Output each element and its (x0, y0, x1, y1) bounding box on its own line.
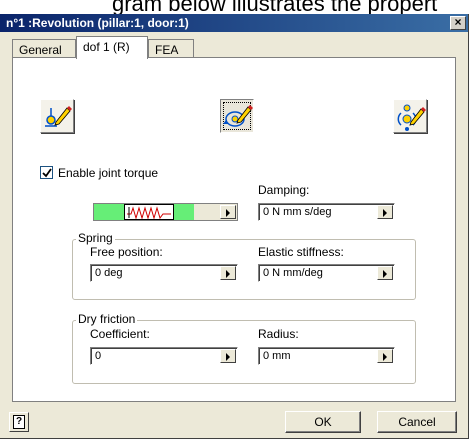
joint-rotation-edit-icon (223, 105, 253, 127)
joint-properties-dialog: n°1 :Revolution (pillar:1, door:1) × Gen… (0, 14, 469, 439)
tab-fea[interactable]: FEA (148, 39, 194, 59)
torque-bar-right (174, 204, 194, 220)
damping-dropdown-arrow[interactable] (377, 205, 393, 219)
joint-edit-button[interactable] (40, 99, 74, 133)
help-icon: ? (13, 415, 25, 429)
joint-edit-icon (45, 106, 72, 127)
joint-rotation-edit-button[interactable] (220, 99, 254, 133)
coefficient-dropdown-arrow[interactable] (220, 349, 236, 363)
tab-general[interactable]: General (12, 39, 76, 59)
elastic-stiffness-field[interactable]: 0 N mm/deg (258, 264, 395, 282)
coefficient-field[interactable]: 0 (90, 347, 238, 365)
dry-friction-group-title: Dry friction (76, 312, 138, 326)
cancel-button[interactable]: Cancel (377, 411, 457, 433)
free-position-field[interactable]: 0 deg (90, 264, 238, 282)
enable-joint-torque-label: Enable joint torque (58, 166, 159, 180)
radius-label: Radius: (258, 327, 299, 341)
spring-icon (124, 204, 174, 220)
elastic-stiffness-value: 0 N mm/deg (263, 267, 323, 279)
joint-torque-spring-control[interactable] (93, 203, 238, 221)
torque-dropdown-arrow[interactable] (220, 205, 236, 219)
tab-dof-1[interactable]: dof 1 (R) (76, 36, 148, 59)
damping-value: 0 N mm s/deg (263, 206, 332, 218)
damping-field[interactable]: 0 N mm s/deg (258, 203, 395, 221)
free-position-label: Free position: (90, 245, 163, 259)
tab-general-label: General (19, 43, 62, 57)
elastic-stiffness-dropdown-arrow[interactable] (377, 266, 393, 280)
background-caption-text: gram below illustrates the propert (0, 0, 469, 14)
radius-value: 0 mm (263, 350, 291, 362)
coefficient-value: 0 (95, 350, 102, 362)
enable-joint-torque-checkbox[interactable] (40, 166, 53, 179)
close-button[interactable]: × (450, 16, 466, 30)
joint-multi-edit-button[interactable] (393, 99, 427, 133)
coefficient-label: Coefficient: (90, 327, 150, 341)
checkmark-icon (42, 168, 52, 178)
help-button[interactable]: ? (9, 412, 29, 432)
torque-bar-left (94, 204, 124, 220)
elastic-stiffness-label: Elastic stiffness: (258, 245, 344, 259)
caption-text: gram below illustrates the propert (112, 0, 438, 14)
joint-multi-edit-icon (397, 104, 426, 131)
tab-panel-dof-1: Enable joint torque Damping: 0 N mm s/de… (12, 57, 456, 402)
spring-group-title: Spring (76, 231, 115, 245)
ok-button[interactable]: OK (285, 411, 361, 433)
radius-field[interactable]: 0 mm (258, 347, 395, 365)
tab-fea-label: FEA (155, 43, 179, 57)
free-position-dropdown-arrow[interactable] (220, 266, 236, 280)
radius-dropdown-arrow[interactable] (377, 349, 393, 363)
damping-label: Damping: (258, 183, 310, 197)
free-position-value: 0 deg (95, 267, 123, 279)
window-title: n°1 :Revolution (pillar:1, door:1) (6, 16, 189, 30)
title-bar[interactable]: n°1 :Revolution (pillar:1, door:1) × (0, 14, 468, 32)
tab-dof-1-label: dof 1 (R) (83, 40, 130, 54)
